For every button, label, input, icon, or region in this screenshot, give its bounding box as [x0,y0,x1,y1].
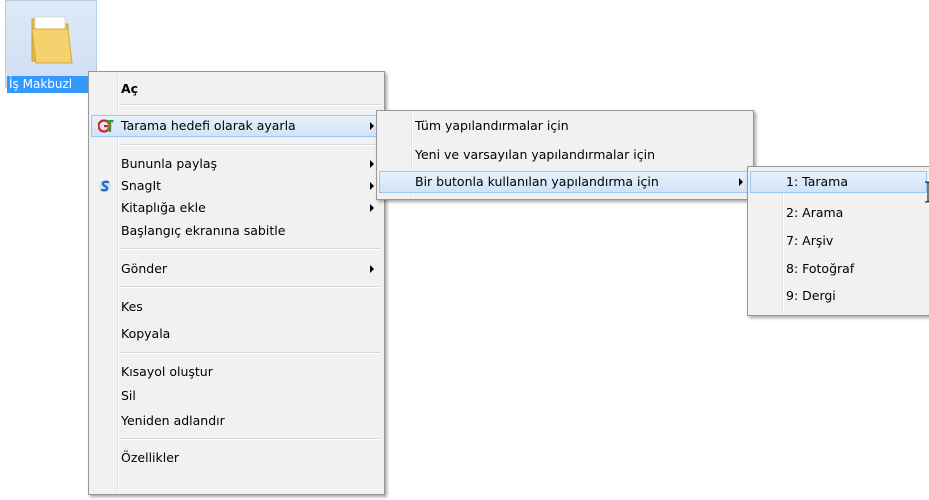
desktop-folder-label: İş Makbuzl [7,76,97,93]
menu-item-label: Tarama hedefi olarak ayarla [121,118,296,133]
menu-item-delete[interactable]: Sil [91,385,382,407]
scan-target-submenu: Tüm yapılandırmalar için Yeni ve varsayı… [376,110,754,200]
submenu-item-one-button-config[interactable]: Bir butonla kullanılan yapılandırma için [379,171,751,193]
menu-item-cut[interactable]: Kes [91,296,382,318]
menu-item-send-to[interactable]: Gönder [91,258,382,280]
ibeam-cursor-icon [925,181,929,203]
menu-separator [119,248,381,250]
menu-item-label: Tüm yapılandırmalar için [415,118,569,133]
menu-item-label: 9: Dergi [786,288,836,303]
menu-separator [119,144,381,146]
menu-item-label: Bununla paylaş [121,156,218,171]
menu-item-create-shortcut[interactable]: Kısayol oluştur [91,361,382,383]
submenu-item-all-configs[interactable]: Tüm yapılandırmalar için [379,115,751,137]
menu-item-label: 7: Arşiv [786,233,834,248]
menu-item-label: Gönder [121,261,168,276]
menu-item-label: Başlangıç ekranına sabitle [121,223,286,238]
button-config-submenu: 1: Tarama 2: Arama 7: Arşiv 8: Fotoğraf … [747,166,929,316]
menu-item-label: Kes [121,299,143,314]
menu-item-copy[interactable]: Kopyala [91,323,382,345]
menu-item-label: Yeniden adlandır [121,413,225,428]
submenu-item-fotograf[interactable]: 8: Fotoğraf [750,258,927,280]
menu-separator [119,438,381,440]
menu-item-label: Sil [121,388,136,403]
desktop-folder-item[interactable]: İş Makbuzl [5,0,97,93]
menu-item-label: Bir butonla kullanılan yapılandırma için [415,174,659,189]
menu-separator [119,352,381,354]
menu-item-set-scan-target[interactable]: Tarama hedefi olarak ayarla [91,115,382,137]
menu-item-label: Kopyala [121,326,171,341]
menu-item-label: Yeni ve varsayılan yapılandırmalar için [415,147,656,162]
menu-separator [119,286,381,288]
menu-separator [119,104,381,106]
context-menu: Aç Tarama hedefi olarak ayarla Bununla p… [88,71,385,495]
menu-item-label: Kitaplığa ekle [121,200,206,215]
menu-item-open[interactable]: Aç [91,78,382,100]
menu-item-pin-to-start[interactable]: Başlangıç ekranına sabitle [91,220,382,242]
submenu-item-arama[interactable]: 2: Arama [750,202,927,224]
submenu-arrow-icon [739,178,743,186]
scan-app-icon [98,119,114,133]
submenu-item-dergi[interactable]: 9: Dergi [750,285,927,307]
menu-item-properties[interactable]: Özellikler [91,447,382,469]
menu-item-label: Kısayol oluştur [121,364,213,379]
menu-item-rename[interactable]: Yeniden adlandır [91,410,382,432]
submenu-item-new-default-configs[interactable]: Yeni ve varsayılan yapılandırmalar için [379,144,751,166]
menu-item-snagit[interactable]: SnagIt [91,175,382,197]
submenu-arrow-icon [370,160,374,168]
snagit-icon [99,180,111,192]
menu-item-label: Aç [121,81,139,96]
folder-icon [31,16,73,64]
submenu-arrow-icon [370,182,374,190]
menu-item-share-with[interactable]: Bununla paylaş [91,153,382,175]
menu-item-label: SnagIt [121,178,162,193]
menu-item-label: 2: Arama [786,205,844,220]
submenu-item-arsiv[interactable]: 7: Arşiv [750,230,927,252]
menu-item-add-to-library[interactable]: Kitaplığa ekle [91,197,382,219]
submenu-item-tarama[interactable]: 1: Tarama [750,171,927,193]
submenu-arrow-icon [370,122,374,130]
menu-item-label: Özellikler [121,450,180,465]
menu-item-label: 1: Tarama [786,174,848,189]
submenu-arrow-icon [370,265,374,273]
submenu-arrow-icon [370,204,374,212]
menu-item-label: 8: Fotoğraf [786,261,855,276]
